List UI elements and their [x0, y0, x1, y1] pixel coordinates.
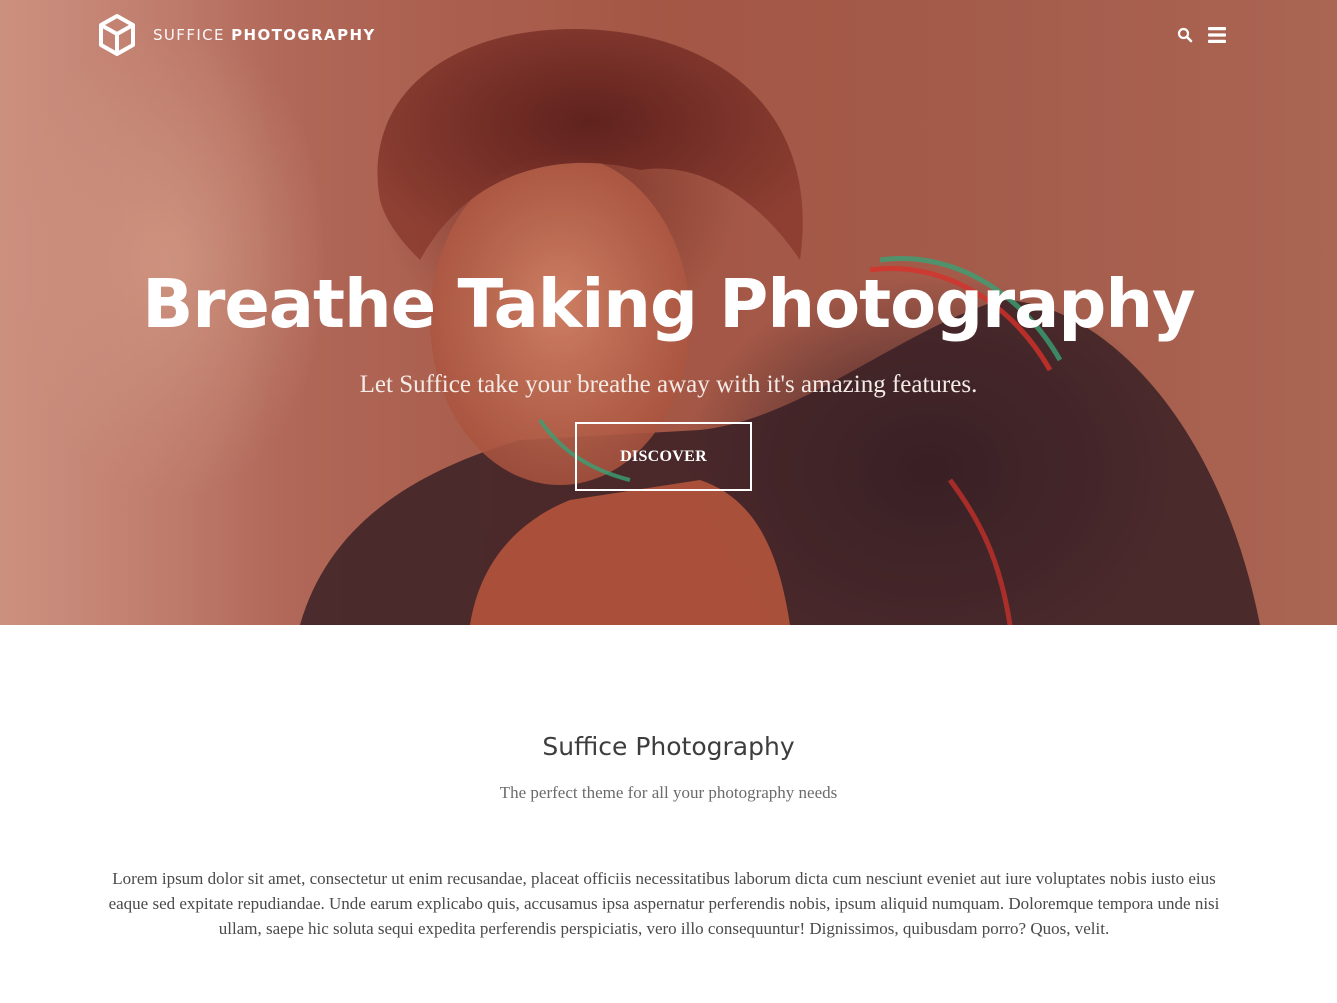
hamburger-menu-icon[interactable]	[1207, 26, 1227, 44]
search-icon[interactable]	[1177, 27, 1193, 43]
site-header: SUFFICE PHOTOGRAPHY	[0, 0, 1337, 72]
discover-button[interactable]: DISCOVER	[575, 422, 752, 491]
intro-body-text: Lorem ipsum dolor sit amet, consectetur …	[108, 869, 1220, 938]
site-title-light[interactable]: SUFFICE	[153, 26, 225, 44]
hero-subtitle: Let Suffice take your breathe away with …	[359, 371, 978, 398]
hero-section: SUFFICE PHOTOGRAPHY Breathe Taking Photo…	[0, 0, 1337, 625]
intro-tagline: The perfect theme for all your photograp…	[499, 783, 838, 802]
intro-section: Suffice Photography The perfect theme fo…	[0, 625, 1337, 1003]
hero-title: Breathe Taking Photography	[142, 265, 1195, 343]
intro-title: Suffice Photography	[542, 732, 795, 761]
site-title-bold[interactable]: PHOTOGRAPHY	[231, 26, 376, 44]
site-title[interactable]: SUFFICE PHOTOGRAPHY	[153, 26, 376, 44]
cube-logo-icon[interactable]	[97, 13, 137, 59]
